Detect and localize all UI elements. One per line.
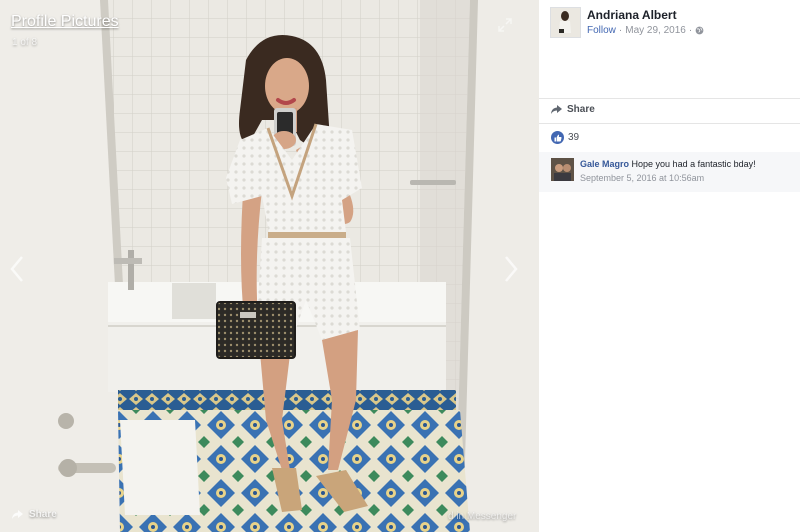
album-title-link[interactable]: Profile Pictures [11,13,119,31]
photo-counter: 1 of 8 [12,37,38,48]
share-label: Share [567,104,595,115]
thumbs-up-like-icon [551,131,564,144]
share-button[interactable]: Share [551,104,595,115]
meta-separator: · [618,25,623,36]
meta-separator-2: · [688,25,693,36]
share-arrow-icon [12,510,23,519]
photo-stage[interactable]: Profile Pictures 1 of 8 Share d in Messe… [0,0,539,532]
stage-share-label: Share [29,509,57,520]
author-avatar[interactable] [550,7,581,38]
stage-share-button[interactable]: Share [12,509,57,520]
send-in-messenger-link[interactable]: d in Messenger [448,511,516,522]
previous-photo-arrow-icon[interactable] [6,252,28,286]
post-details-panel: Andriana Albert Follow · May 29, 2016 · … [539,0,800,532]
panel-divider-middle [539,123,800,124]
next-photo-arrow-icon[interactable] [500,252,522,286]
comment-text: Hope you had a fantastic bday! [631,159,756,169]
author-name-link[interactable]: Andriana Albert [587,8,677,22]
follow-link[interactable]: Follow [587,25,616,36]
comments-section: Gale Magro Hope you had a fantastic bday… [539,152,800,192]
post-meta: Follow · May 29, 2016 · [587,25,704,36]
commenter-name-link[interactable]: Gale Magro [580,159,629,169]
bathroom-selfie-photo [0,0,539,532]
panel-divider-top [539,98,800,99]
globe-icon[interactable] [695,26,704,35]
reactions-summary[interactable]: 39 [551,131,579,144]
post-date[interactable]: May 29, 2016 [625,25,686,36]
commenter-avatar[interactable] [551,158,574,181]
comment-timestamp[interactable]: September 5, 2016 at 10:56am [580,173,704,183]
comment-body: Gale Magro Hope you had a fantastic bday… [580,159,756,169]
like-count[interactable]: 39 [568,132,579,143]
share-arrow-icon [551,105,562,114]
fullscreen-expand-icon[interactable] [497,17,513,33]
